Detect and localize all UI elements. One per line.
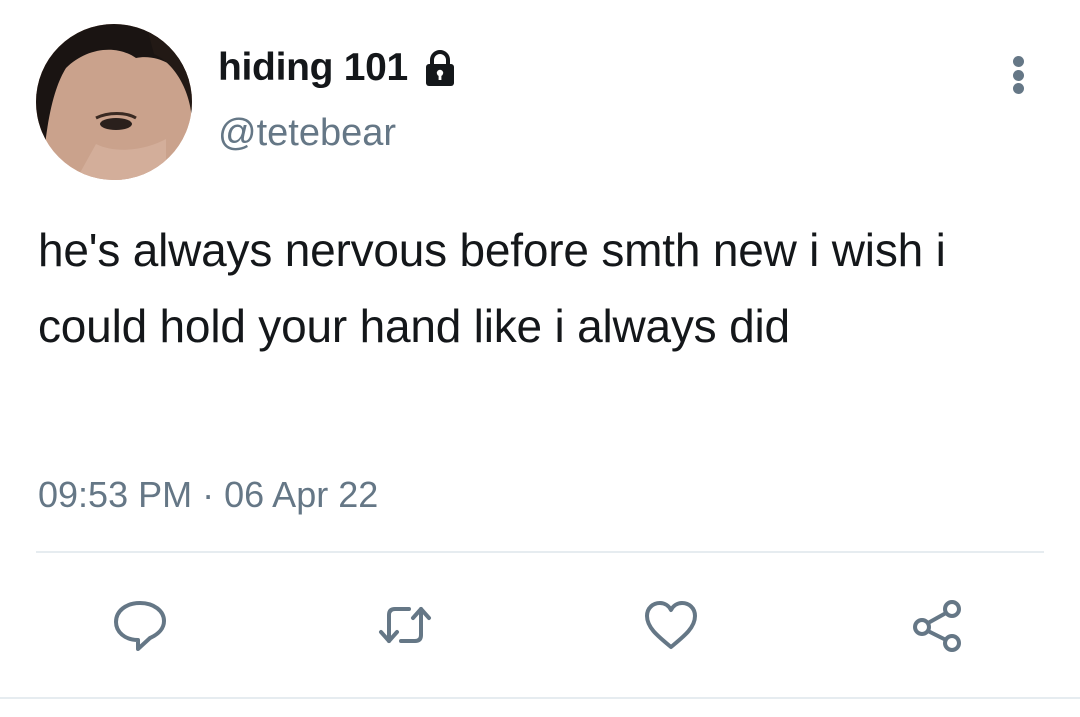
more-dot-icon [1012,69,1024,81]
retweet-arrows-icon [379,607,431,643]
author-handle[interactable]: @tetebear [218,112,396,155]
tweet-card: hiding 101 @tetebear he's always nervous… [0,0,1080,717]
display-name[interactable]: hiding 101 [218,46,408,90]
more-dot-icon [1012,56,1024,67]
speech-bubble-icon [114,601,166,651]
avatar[interactable] [36,24,192,180]
share-button[interactable] [903,590,973,660]
action-bar [0,590,1080,660]
tweet-date: 06 Apr 22 [224,474,379,515]
meta-separator: · [202,474,215,515]
share-nodes-icon [913,600,961,652]
retweet-button[interactable] [370,590,440,660]
tweet-time: 09:53 PM [38,474,193,515]
author-name-row: hiding 101 [218,42,460,94]
more-dot-icon [1012,83,1024,94]
divider [36,551,1044,553]
like-button[interactable] [636,590,706,660]
heart-icon [645,601,697,649]
tweet-timestamp[interactable]: 09:53 PM · 06 Apr 22 [38,474,378,516]
tweet-text: he's always nervous before smth new i wi… [38,224,959,352]
lock-icon [425,50,454,86]
bottom-divider [0,697,1080,699]
avatar-photo [36,24,192,180]
reply-button[interactable] [105,590,175,660]
more-options-button[interactable] [1000,52,1036,98]
